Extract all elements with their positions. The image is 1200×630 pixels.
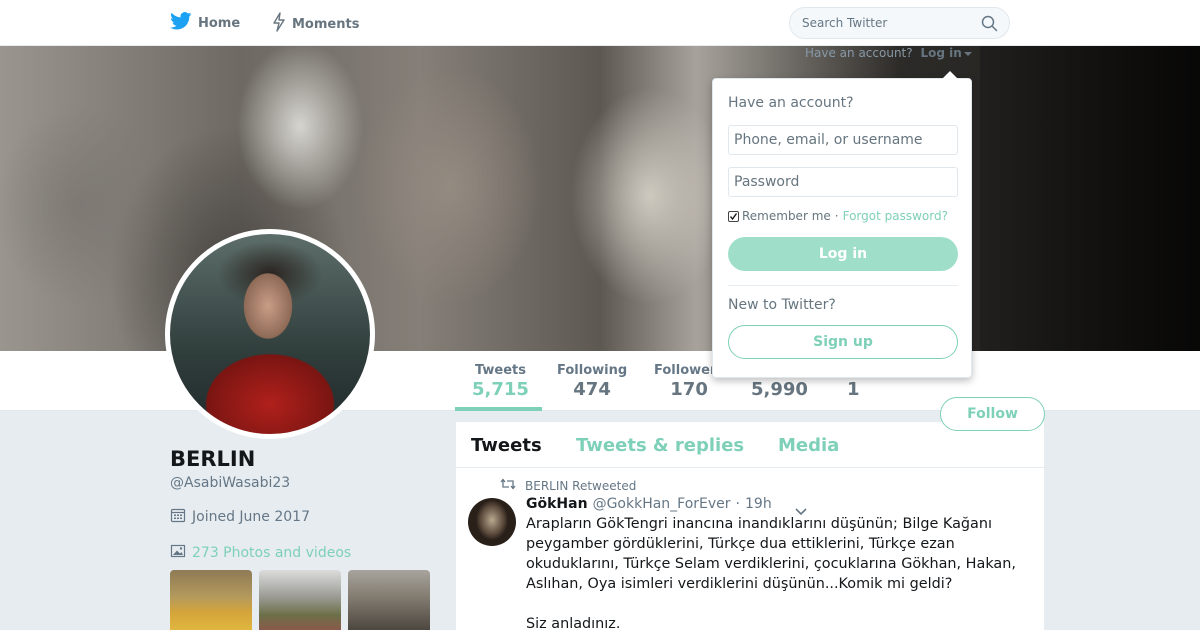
banner-shade	[980, 46, 1200, 351]
new-to-twitter-heading: New to Twitter?	[728, 297, 836, 313]
stat-label: Tweets	[474, 363, 526, 378]
stat-value: 5,990	[751, 379, 808, 400]
forgot-password-link[interactable]: Forgot password?	[843, 209, 948, 223]
divider	[728, 285, 958, 286]
search-box	[789, 7, 1010, 39]
tweet-author-avatar[interactable]	[468, 498, 516, 546]
login-button[interactable]: Log in	[728, 237, 958, 271]
nav-home[interactable]: Home	[170, 12, 240, 34]
tweet-author-name[interactable]: GökHan	[526, 496, 588, 512]
follow-button[interactable]: Follow	[940, 397, 1045, 431]
tweet-paragraph: Arapların GökTengri inancına inandıkları…	[526, 516, 1016, 592]
retweet-context-text: BERLIN Retweeted	[525, 478, 637, 493]
remember-me-checkbox[interactable]	[728, 210, 739, 222]
media-thumbnail[interactable]	[170, 570, 252, 630]
profile-joined-text: Joined June 2017	[192, 509, 310, 525]
media-thumbnail[interactable]	[259, 570, 341, 630]
tweet-paragraph: Siz anladınız.	[526, 616, 621, 630]
login-dropdown-heading: Have an account?	[728, 95, 854, 111]
remember-separator: ·	[834, 209, 839, 223]
caret-down-icon	[963, 51, 972, 56]
stat-label: Following	[557, 363, 628, 378]
media-thumbnail[interactable]	[348, 570, 430, 630]
stat-tweets[interactable]: Tweets 5,715	[472, 363, 529, 400]
stat-following[interactable]: Following 474	[557, 363, 627, 400]
tab-tweets[interactable]: Tweets	[471, 435, 542, 456]
tab-media[interactable]: Media	[778, 435, 839, 456]
tweet-author-handle: @GokkHan_ForEver	[592, 496, 731, 512]
have-account-text: Have an account?	[805, 46, 913, 60]
tab-tweets-and-replies[interactable]: Tweets & replies	[576, 435, 744, 456]
remember-me-label[interactable]: Remember me	[742, 209, 831, 223]
timeline: Tweets Tweets & replies Media BERLIN Ret…	[456, 422, 1044, 630]
tweet-separator: ·	[735, 496, 740, 512]
image-icon	[170, 543, 186, 563]
profile-avatar[interactable]	[165, 229, 375, 439]
have-account-prompt: Have an account? Log in	[805, 46, 972, 60]
tweet-timestamp[interactable]: 19h	[745, 496, 772, 512]
profile-handle: @AsabiWasabi23	[170, 475, 291, 491]
remember-row: Remember me · Forgot password?	[728, 209, 948, 223]
search-icon[interactable]	[981, 15, 998, 35]
stat-value: 5,715	[472, 379, 529, 400]
photos-and-videos-link[interactable]: 273 Photos and videos	[170, 543, 351, 563]
nav-moments-label: Moments	[292, 16, 360, 32]
login-dropdown: Have an account? Remember me · Forgot pa…	[712, 71, 972, 378]
nav-home-label: Home	[198, 15, 241, 31]
profile-name: BERLIN	[170, 447, 256, 471]
lightning-icon	[272, 12, 286, 36]
stat-value: 170	[670, 379, 708, 400]
search-input[interactable]	[802, 16, 972, 30]
signup-button[interactable]: Sign up	[728, 325, 958, 359]
password-field[interactable]	[728, 167, 958, 197]
photos-and-videos-label: 273 Photos and videos	[192, 545, 352, 561]
top-navigation-bar: Home Moments	[0, 0, 1200, 46]
active-stat-underline	[455, 407, 542, 411]
login-dropdown-toggle[interactable]: Log in	[920, 46, 972, 60]
twitter-bird-icon	[170, 12, 192, 34]
retweet-context: BERLIN Retweeted	[500, 478, 636, 493]
tweet-header: GökHan @GokkHan_ForEver · 19h	[526, 496, 772, 512]
tweet-text: Arapların GökTengri inancına inandıkları…	[526, 514, 1026, 630]
stat-value: 474	[573, 379, 611, 400]
calendar-icon	[170, 507, 186, 527]
login-link-label: Log in	[920, 46, 962, 60]
nav-moments[interactable]: Moments	[272, 12, 359, 36]
stat-value: 1	[847, 379, 860, 400]
username-field[interactable]	[728, 125, 958, 155]
retweet-icon	[500, 478, 516, 493]
profile-joined: Joined June 2017	[170, 507, 310, 527]
